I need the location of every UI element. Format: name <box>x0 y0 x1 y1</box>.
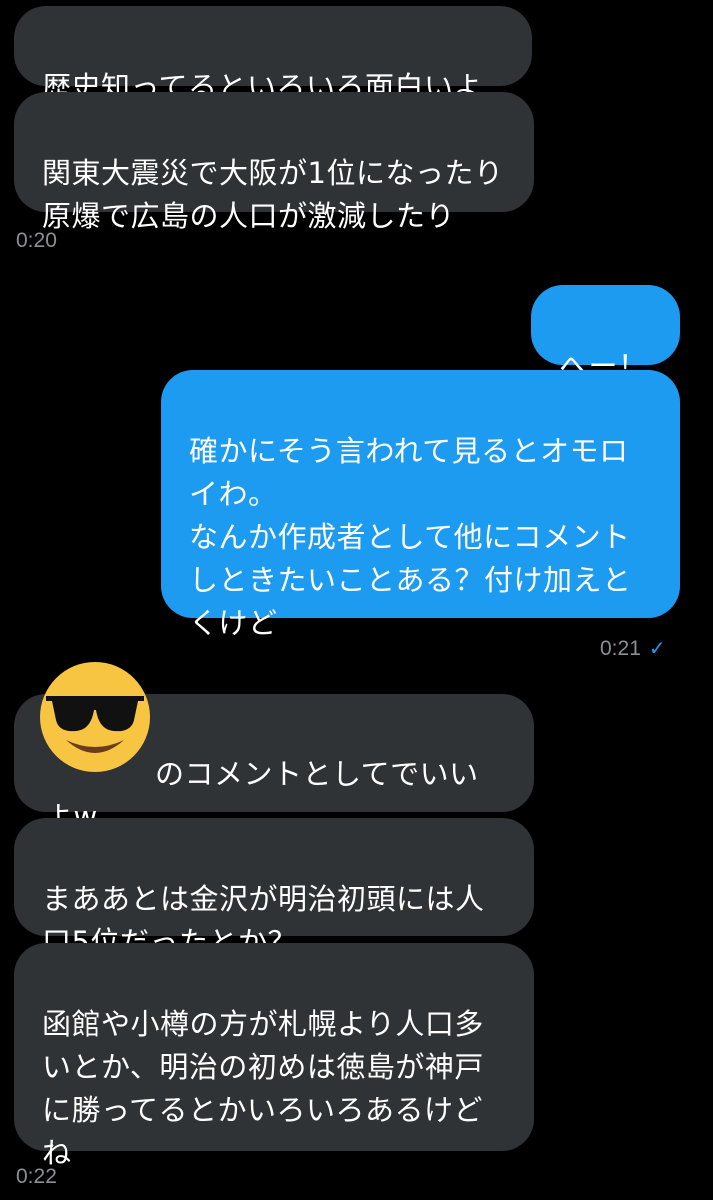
incoming-message[interactable]: 歴史知ってるといろいろ面白いよ <box>14 6 532 104</box>
timestamp: 0:21 <box>600 637 641 660</box>
incoming-message[interactable]: 関東大震災で大阪が1位になったり原爆で広島の人口が激減したり <box>14 92 534 233</box>
timestamp-with-receipt: 0:21 ✓ <box>600 636 666 661</box>
message-text: 関東大震災で大阪が1位になったり原爆で広島の人口が激減したり <box>42 156 504 233</box>
message-text: 確かにそう言われて見るとオモロイわ。 なんか作成者として他にコメントしときたいこ… <box>189 434 632 640</box>
message-text: 函館や小樽の方が札幌より人口多いとか、明治の初めは徳島が神戸に勝ってるとかいろい… <box>42 1007 484 1170</box>
outgoing-message[interactable]: へー！ <box>531 285 680 383</box>
timestamp: 0:20 <box>16 229 57 252</box>
timestamp: 0:22 <box>16 1165 57 1188</box>
read-check-icon: ✓ <box>648 638 666 660</box>
outgoing-message[interactable]: 確かにそう言われて見るとオモロイわ。 なんか作成者として他にコメントしときたいこ… <box>161 370 680 640</box>
incoming-message[interactable]: 函館や小樽の方が札幌より人口多いとか、明治の初めは徳島が神戸に勝ってるとかいろい… <box>14 943 534 1170</box>
incoming-message[interactable]: まああとは金沢が明治初頭には人口5位だったとか？ <box>14 818 534 959</box>
sunglasses-emoji-icon <box>40 662 150 772</box>
